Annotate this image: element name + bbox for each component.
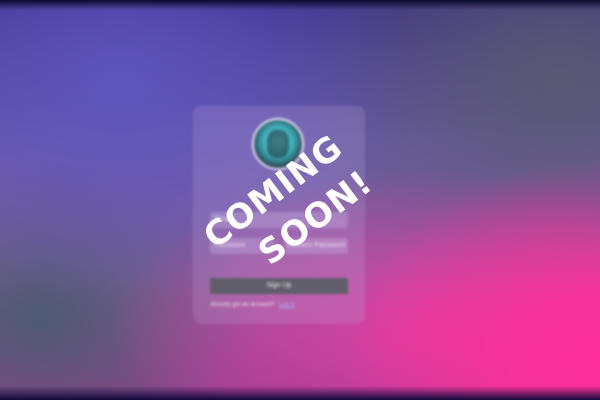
coming-soon-overlay: COMING SOON! <box>180 120 410 273</box>
login-prompt: Already got an account? Log in <box>210 302 295 308</box>
top-edge-shade <box>0 0 600 10</box>
login-link[interactable]: Log in <box>279 302 295 308</box>
login-prompt-text: Already got an account? <box>210 302 275 308</box>
sign-up-button[interactable]: Sign Up <box>210 278 348 294</box>
bottom-edge-shade <box>0 386 600 400</box>
